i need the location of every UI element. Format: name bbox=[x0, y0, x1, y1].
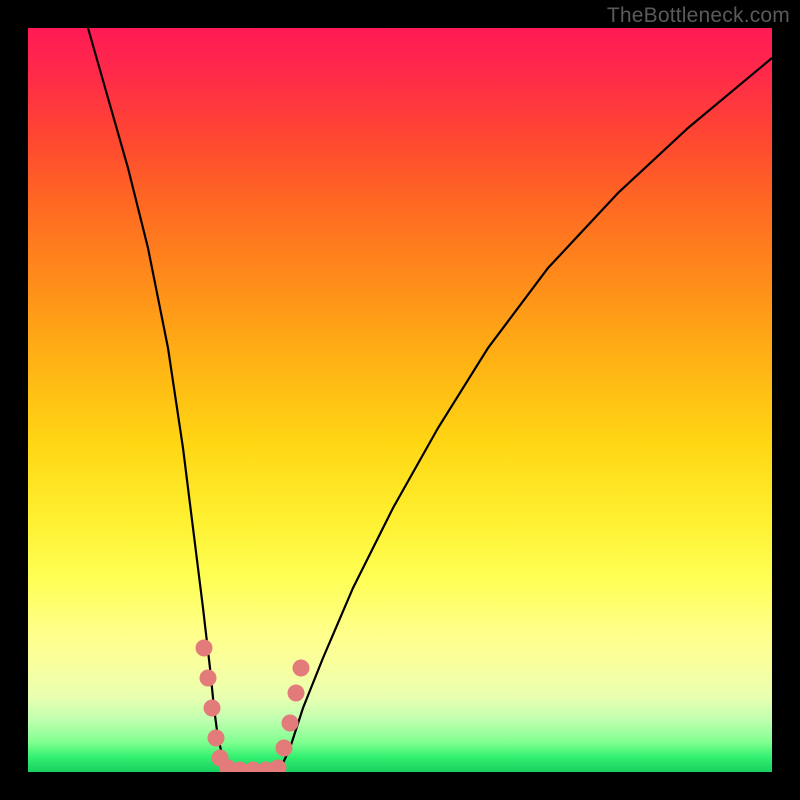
highlight-dot bbox=[200, 670, 217, 687]
chart-frame: TheBottleneck.com bbox=[0, 0, 800, 800]
highlight-dot bbox=[293, 660, 310, 677]
highlight-dot bbox=[282, 715, 299, 732]
highlight-dot bbox=[288, 685, 305, 702]
highlight-dot bbox=[276, 740, 293, 757]
highlight-dot bbox=[208, 730, 225, 747]
highlight-dot bbox=[204, 700, 221, 717]
highlight-dot bbox=[196, 640, 213, 657]
watermark-text: TheBottleneck.com bbox=[607, 4, 790, 28]
bottleneck-curve-svg bbox=[28, 28, 772, 772]
highlight-dots-group bbox=[196, 640, 310, 773]
plot-area bbox=[28, 28, 772, 772]
bottleneck-curve-line bbox=[88, 28, 772, 770]
